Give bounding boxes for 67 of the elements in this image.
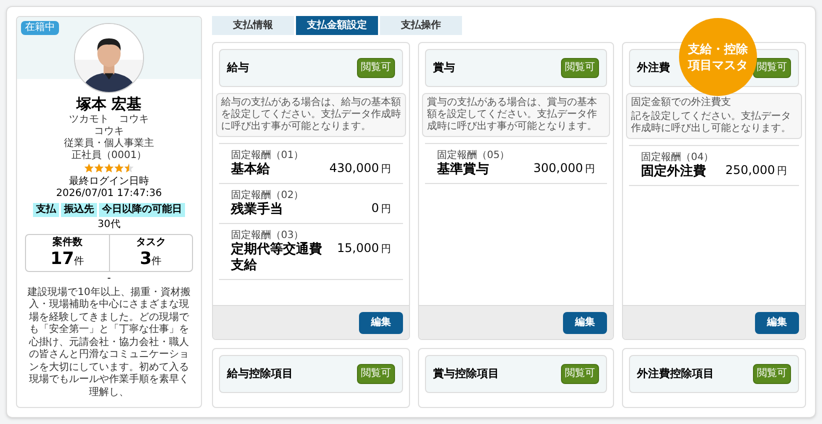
tab[interactable]: 支払操作 bbox=[380, 16, 462, 35]
profile-text: 従業員・個人事業主 bbox=[64, 138, 154, 150]
currency-unit: 円 bbox=[777, 165, 787, 179]
item-name: 基準賞与 bbox=[437, 162, 490, 178]
item-amount: 250,000 bbox=[725, 162, 775, 179]
access-badge: 閲覧可 bbox=[561, 58, 599, 78]
edit-button[interactable]: 編集 bbox=[359, 312, 403, 334]
overlay-badge: 支給・控除 項目マスタ bbox=[679, 18, 757, 96]
access-badge: 閲覧可 bbox=[753, 364, 791, 384]
item-amount: 15,000 bbox=[337, 240, 379, 257]
profile-text: 正社員（0001） bbox=[71, 150, 147, 162]
star-icon bbox=[94, 162, 104, 173]
star-icon bbox=[114, 162, 124, 173]
star-icon bbox=[84, 162, 94, 173]
login-label: 最終ログイン日時 bbox=[69, 176, 149, 188]
stat-label: タスク bbox=[136, 236, 166, 249]
edit-button[interactable]: 編集 bbox=[563, 312, 607, 334]
currency-unit: 円 bbox=[585, 163, 595, 177]
item-amount: 430,000 bbox=[329, 160, 379, 177]
item-amount: 0 bbox=[371, 200, 379, 217]
card-title: 賞与控除項目 bbox=[433, 366, 499, 382]
item-label: 固定報酬（01） bbox=[231, 149, 304, 162]
description-text: 賞与の支払がある場合は、賞与の基本額を設定してください。支払データ作成時に呼び出す事が可能となります。 bbox=[427, 97, 598, 133]
access-badge: 閲覧可 bbox=[357, 364, 395, 384]
tab[interactable]: 支払情報 bbox=[212, 16, 294, 35]
description-text: 記を設定してください。支払データ作成時に呼び出し可能となります。 bbox=[631, 111, 792, 135]
stat-unit: 件 bbox=[74, 254, 84, 269]
currency-unit: 円 bbox=[381, 163, 391, 177]
access-badge: 閲覧可 bbox=[357, 58, 395, 78]
star-icon bbox=[124, 162, 134, 173]
card-title: 給与 bbox=[227, 60, 249, 76]
tag: 支払 bbox=[33, 202, 59, 217]
item-amount: 300,000 bbox=[533, 160, 583, 177]
description-text: 固定金額での外注費支 bbox=[631, 97, 732, 109]
profile-text: ツカモト コウキ bbox=[69, 114, 149, 126]
item-label: 固定報酬（03） bbox=[231, 229, 305, 242]
access-badge: 閲覧可 bbox=[561, 364, 599, 384]
item-name: 定期代等交通費支給 bbox=[231, 242, 323, 274]
item-label: 固定報酬（04） bbox=[641, 151, 714, 164]
item-label: 固定報酬（02） bbox=[231, 189, 304, 202]
login-time: 2026/07/01 17:47:36 bbox=[56, 188, 162, 200]
card-title: 外注費控除項目 bbox=[637, 366, 714, 382]
star-icon bbox=[104, 162, 114, 173]
person-name: 塚本 宏基 bbox=[76, 95, 142, 114]
card-title: 賞与 bbox=[433, 60, 455, 76]
description-text: 給与の支払がある場合は、給与の基本額を設定してください。支払データ作成時に呼び出す事が可能となります。 bbox=[221, 97, 401, 133]
item-name: 基本給 bbox=[231, 162, 271, 178]
currency-unit: 円 bbox=[381, 243, 391, 257]
currency-unit: 円 bbox=[381, 203, 391, 217]
stat-label: 案件数 bbox=[52, 236, 82, 249]
card-title: 外注費 bbox=[637, 60, 670, 76]
tab[interactable]: 支払金額設定 bbox=[296, 16, 378, 35]
item-name: 残業手当 bbox=[231, 202, 284, 218]
item-name: 固定外注費 bbox=[641, 164, 707, 180]
item-label: 固定報酬（05） bbox=[437, 149, 510, 162]
tag: 今日以降の可能日 bbox=[99, 202, 185, 217]
tag: 振込先 bbox=[61, 202, 97, 217]
stat-value: 3 bbox=[140, 248, 152, 269]
status-badge: 在籍中 bbox=[21, 21, 59, 35]
edit-button[interactable]: 編集 bbox=[755, 312, 799, 334]
stat-unit: 件 bbox=[152, 254, 162, 269]
stat-value: 17 bbox=[50, 248, 74, 269]
bio-text: 建設現場で10年以上、揚重・資材搬入・現場補助を中心にさまざまな現場を経験してきました。どの現場でも「安全第一」と「丁寧な仕事」を心掛け、元請会社・協力会社・職人の皆さんと円滑なコミュニケーションを大切にしています。初めて入る現場でもルールや作業手順を素早く理解し、 bbox=[26, 286, 192, 400]
profile-text: コウキ bbox=[94, 126, 124, 138]
separator-text: - bbox=[107, 272, 111, 285]
card-title: 給与控除項目 bbox=[227, 366, 293, 382]
age-group: 30代 bbox=[98, 218, 120, 231]
